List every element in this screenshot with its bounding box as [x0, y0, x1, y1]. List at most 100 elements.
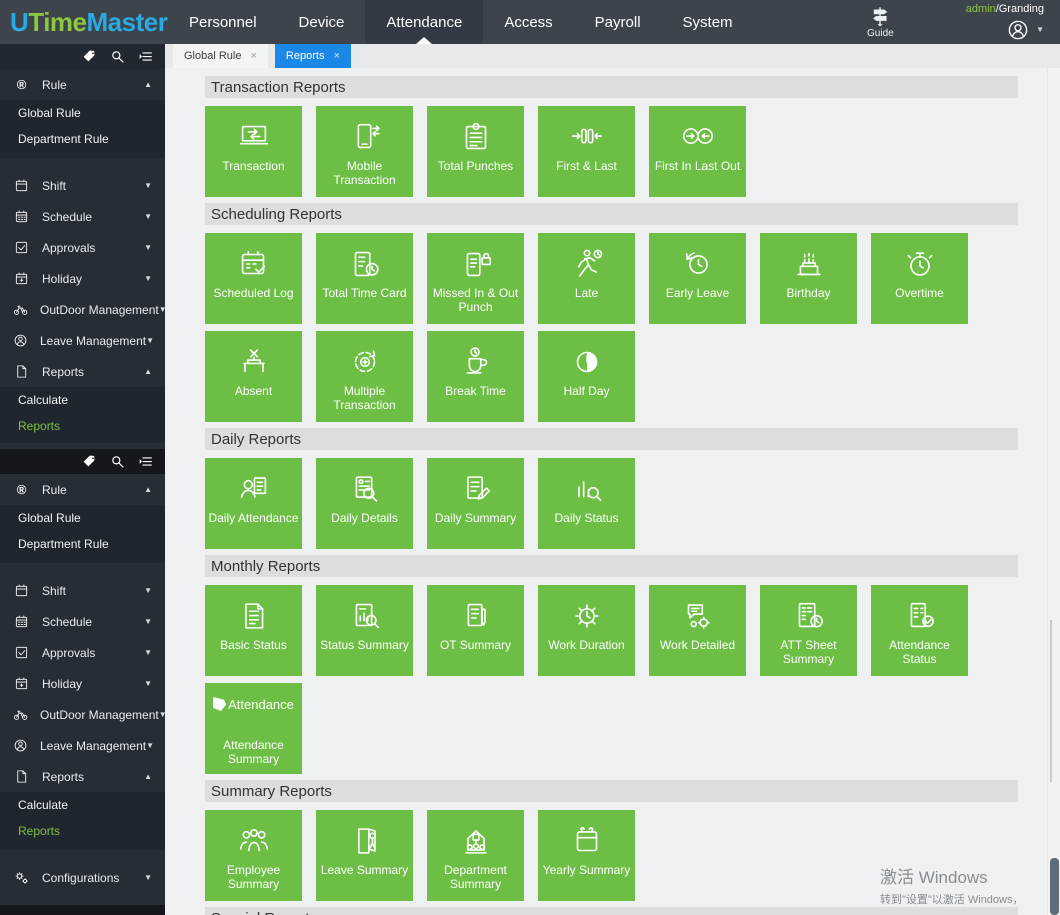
tile-icon-area: [790, 596, 828, 636]
menu-icon[interactable]: [138, 454, 153, 469]
search-icon[interactable]: [110, 49, 125, 64]
gear-clock-icon: [568, 597, 606, 635]
menu-icon[interactable]: [138, 49, 153, 64]
inner-scrollbar[interactable]: [1050, 620, 1052, 782]
topbar-right: Guide admin/Granding ▼: [867, 0, 1060, 44]
sidebar-submenu-reports: CalculateReports: [0, 792, 165, 850]
tile-break-time[interactable]: Break Time: [427, 331, 524, 422]
sidebar-item-holiday[interactable]: Holiday▼: [0, 668, 165, 699]
sidebar-item-rule[interactable]: ®Rule▲: [0, 69, 165, 100]
tile-label: Mobile Transaction: [316, 160, 413, 187]
nav-item-personnel[interactable]: Personnel: [168, 0, 278, 44]
sidebar-submenu-rule: Global RuleDepartment Rule: [0, 505, 165, 563]
tile-att-sheet-summary[interactable]: ATT Sheet Summary: [760, 585, 857, 676]
tile-daily-status[interactable]: Daily Status: [538, 458, 635, 549]
sidebar-item-outdoor-management[interactable]: OutDoor Management▼: [0, 699, 165, 730]
tile-first-in-last-out[interactable]: First In Last Out: [649, 106, 746, 197]
tab-label: Reports: [286, 50, 325, 62]
sidebar-item-holiday[interactable]: Holiday▼: [0, 263, 165, 294]
tile-scheduled-log[interactable]: Scheduled Log: [205, 233, 302, 324]
sidebar-subitem-department-rule[interactable]: Department Rule: [0, 531, 165, 557]
sidebar-item-shift[interactable]: Shift▼: [0, 575, 165, 606]
tile-birthday[interactable]: Birthday: [760, 233, 857, 324]
tile-total-time-card[interactable]: Total Time Card: [316, 233, 413, 324]
close-icon[interactable]: ×: [333, 51, 339, 62]
tile-attendance-status[interactable]: Attendance Status: [871, 585, 968, 676]
doc-lines-icon: [235, 597, 273, 635]
tile-late[interactable]: Late: [538, 233, 635, 324]
tile-icon-area: [568, 342, 606, 382]
tile-work-duration[interactable]: Work Duration: [538, 585, 635, 676]
tile-attendance-summary[interactable]: AttendanceAttendance Summary: [205, 683, 302, 774]
sidebar-item-schedule[interactable]: Schedule▼: [0, 606, 165, 637]
tile-daily-attendance[interactable]: Daily Attendance: [205, 458, 302, 549]
tile-label: Daily Attendance: [206, 512, 300, 526]
tile-missed-in-out-punch[interactable]: Missed In & Out Punch: [427, 233, 524, 324]
sidebar-item-reports[interactable]: Reports▲: [0, 761, 165, 792]
tile-basic-status[interactable]: Basic Status: [205, 585, 302, 676]
sidebar-item-rule[interactable]: ®Rule▲: [0, 474, 165, 505]
tile-ot-summary[interactable]: OT Summary: [427, 585, 524, 676]
tile-status-summary[interactable]: Status Summary: [316, 585, 413, 676]
nav-item-payroll[interactable]: Payroll: [574, 0, 662, 44]
tab-reports[interactable]: Reports ×: [275, 44, 351, 68]
sidebar-item-configurations[interactable]: Configurations▼: [0, 862, 165, 893]
tile-work-detailed[interactable]: Work Detailed: [649, 585, 746, 676]
caret-up-icon: ▲: [144, 773, 152, 781]
sidebar-subitem-reports[interactable]: Reports: [0, 413, 165, 439]
tile-first-last[interactable]: First & Last: [538, 106, 635, 197]
tile-total-punches[interactable]: Total Punches: [427, 106, 524, 197]
sidebar-subitem-reports[interactable]: Reports: [0, 818, 165, 844]
sidebar-item-leave-management[interactable]: Leave Management▼: [0, 325, 165, 356]
tile-label: Employee Summary: [205, 864, 302, 891]
scrollbar-track[interactable]: [1047, 44, 1060, 915]
tile-department-summary[interactable]: Department Summary: [427, 810, 524, 901]
tile-mobile-transaction[interactable]: Mobile Transaction: [316, 106, 413, 197]
guide-button[interactable]: Guide: [867, 5, 894, 39]
sidebar-item-approvals[interactable]: Approvals▼: [0, 637, 165, 668]
tag-icon[interactable]: [82, 49, 97, 64]
tile-yearly-summary[interactable]: Yearly Summary: [538, 810, 635, 901]
tag-icon[interactable]: [82, 454, 97, 469]
search-icon[interactable]: [110, 454, 125, 469]
tile-label: Basic Status: [218, 639, 289, 653]
tile-early-leave[interactable]: Early Leave: [649, 233, 746, 324]
sidebar-item-outdoor-management[interactable]: OutDoor Management▼: [0, 294, 165, 325]
nav-item-device[interactable]: Device: [278, 0, 366, 44]
sidebar-item-schedule[interactable]: Schedule▼: [0, 201, 165, 232]
nav-item-system[interactable]: System: [662, 0, 754, 44]
close-icon[interactable]: ×: [250, 51, 256, 62]
tile-leave-summary[interactable]: Leave Summary: [316, 810, 413, 901]
account-menu[interactable]: ▼: [1006, 18, 1044, 42]
tile-daily-details[interactable]: Daily Details: [316, 458, 413, 549]
sidebar-subitem-global-rule[interactable]: Global Rule: [0, 100, 165, 126]
section-header-monthly-reports: Monthly Reports: [205, 555, 1018, 577]
scrollbar-thumb[interactable]: [1050, 858, 1059, 915]
menu-icon-wrap: [13, 209, 30, 224]
tab-global-rule[interactable]: Global Rule×: [173, 44, 268, 68]
tile-half-day[interactable]: Half Day: [538, 331, 635, 422]
tile-overtime[interactable]: Overtime: [871, 233, 968, 324]
tile-multiple-transaction[interactable]: Multiple Transaction: [316, 331, 413, 422]
calendar-plus-icon: [14, 271, 29, 286]
tile-daily-summary[interactable]: Daily Summary: [427, 458, 524, 549]
caret-down-icon: ▼: [144, 618, 152, 626]
sidebar-item-leave-management[interactable]: Leave Management▼: [0, 730, 165, 761]
phone-arrows-icon: [346, 118, 384, 156]
nav-item-access[interactable]: Access: [483, 0, 573, 44]
sidebar-subitem-calculate[interactable]: Calculate: [0, 792, 165, 818]
coffee-clock-icon: [457, 343, 495, 381]
sidebar-item-approvals[interactable]: Approvals▼: [0, 232, 165, 263]
sidebar-section-2: ®Rule▲Global RuleDepartment Rule Shift▼Sc…: [0, 443, 165, 915]
sidebar-item-reports[interactable]: Reports▲: [0, 356, 165, 387]
sidebar-subitem-global-rule[interactable]: Global Rule: [0, 505, 165, 531]
sidebar-bottom-strip: [0, 905, 165, 915]
nav-item-attendance[interactable]: Attendance: [365, 0, 483, 44]
tile-icon-area: [457, 342, 495, 382]
tile-transaction[interactable]: Transaction: [205, 106, 302, 197]
sidebar-item-shift[interactable]: Shift▼: [0, 170, 165, 201]
sidebar-subitem-calculate[interactable]: Calculate: [0, 387, 165, 413]
tile-absent[interactable]: Absent: [205, 331, 302, 422]
sidebar-subitem-department-rule[interactable]: Department Rule: [0, 126, 165, 152]
tile-employee-summary[interactable]: Employee Summary: [205, 810, 302, 901]
